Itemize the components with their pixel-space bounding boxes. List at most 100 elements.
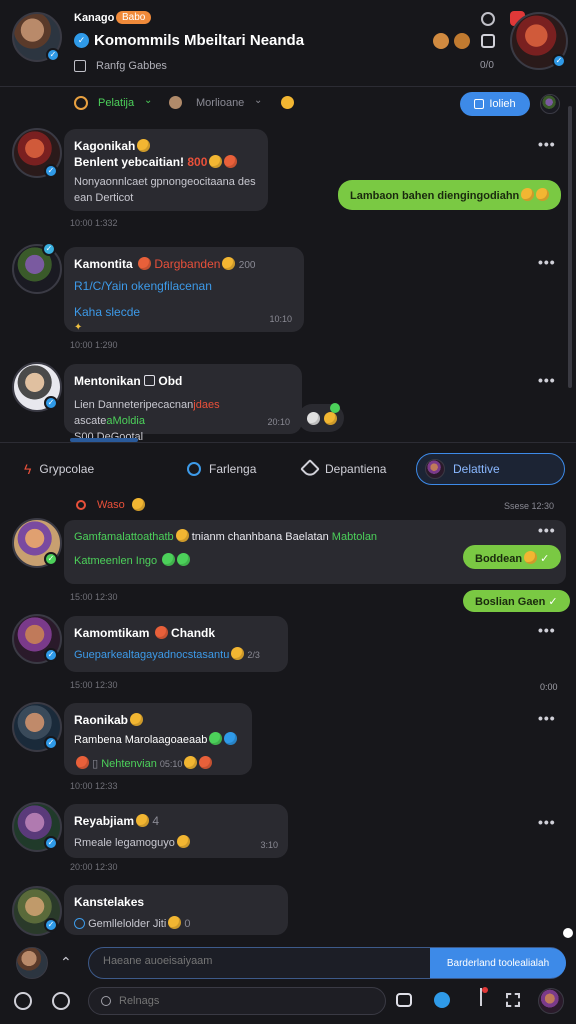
more-options-icon[interactable]: •••	[538, 814, 556, 830]
message-bubble[interactable]: Mentonikan Obd Lien Danneteripecacnanjda…	[64, 364, 302, 443]
scrollbar[interactable]	[568, 106, 572, 388]
message-text: Nonyaonnlcaet gpnongeocitaana des	[74, 176, 256, 188]
expand-icon[interactable]: ⌃	[60, 954, 72, 971]
send-button[interactable]: Barderland toolealialah	[430, 948, 566, 978]
emoji-icon[interactable]	[281, 96, 294, 109]
more-options-icon[interactable]: •••	[538, 372, 556, 388]
bottom-avatar[interactable]	[538, 988, 564, 1014]
second-filter-label[interactable]: Morlioane	[196, 97, 244, 109]
verified-icon: ✓	[44, 918, 58, 932]
location-icon[interactable]	[434, 992, 450, 1008]
filter-label[interactable]: Pelatija	[98, 97, 134, 109]
message-time: 10:10	[269, 314, 292, 324]
angry-emoji-icon	[199, 756, 213, 769]
grid-icon[interactable]	[506, 993, 520, 1007]
avatar-small-icon[interactable]	[169, 96, 182, 109]
side-time: 0:00	[540, 682, 558, 692]
outgoing-message[interactable]: Boslian Gaen ✓	[463, 590, 570, 612]
tab-depantiena[interactable]: Depantiena	[300, 453, 387, 485]
grin-emoji-icon	[231, 647, 245, 660]
message-link[interactable]: R1/C/Yain okengfilacenan	[74, 278, 294, 294]
search-bar[interactable]	[88, 987, 386, 1015]
message-bubble[interactable]: Kamomtikam Chandk Gueparkealtagayadnocst…	[64, 616, 288, 672]
devil-emoji-icon	[154, 626, 168, 639]
composer-avatar[interactable]	[16, 947, 48, 979]
more-options-icon[interactable]: •••	[538, 254, 556, 270]
message-bubble[interactable]: Raonikab Rambena Marolaagoaeaab ▯ Nehten…	[64, 703, 252, 775]
user-icon[interactable]	[481, 12, 495, 26]
laugh-emoji-icon	[524, 551, 538, 564]
username: Kanago	[74, 12, 115, 24]
search-input[interactable]	[119, 995, 319, 1007]
message-bubble[interactable]: Kagonikah Benlent yebcaitian! 800 Nonyao…	[64, 129, 268, 211]
shock-emoji-icon	[307, 411, 320, 425]
smile-emoji-icon	[137, 139, 151, 152]
timestamp: 15:00 12:30	[70, 592, 118, 602]
emoji-reaction-icon[interactable]	[433, 33, 449, 49]
chevron-down-icon[interactable]: ⌄	[144, 95, 152, 106]
sender-name: Mentonikan	[74, 374, 141, 388]
section-label: Waso	[97, 499, 125, 511]
outgoing-text: Lambaon bahen diengingodiahn	[350, 190, 520, 202]
smile-emoji-icon	[168, 916, 182, 929]
sticker-icon[interactable]	[14, 992, 32, 1010]
wink-emoji-icon	[536, 188, 550, 201]
emoji-reaction-icon-2[interactable]	[454, 33, 470, 49]
sender-time: 200	[238, 260, 256, 271]
outgoing-message[interactable]: Boddean ✓	[463, 545, 562, 569]
angry-emoji-icon	[224, 155, 238, 168]
timestamp: 20:00 12:30	[70, 862, 118, 872]
more-options-icon[interactable]: •••	[538, 622, 556, 638]
message-text: ean Derticot	[74, 192, 134, 204]
message-text: Benlent yebcaitian!	[74, 155, 185, 169]
filter-icon[interactable]	[74, 96, 88, 110]
message-bubble[interactable]: Reyabjiam 4 Rmeale legamoguyo 3:10	[64, 804, 288, 858]
channel-title: Komommils Mbeiltari Neanda	[94, 32, 305, 49]
sender-name: Kagonikah	[74, 139, 136, 153]
action-button[interactable]: Iolieh	[460, 92, 530, 116]
mic-icon[interactable]	[474, 988, 482, 1006]
scroll-dot[interactable]	[563, 928, 573, 938]
status-badge: Babo	[116, 11, 152, 24]
outgoing-message[interactable]: Lambaon bahen diengingodiahn	[338, 180, 562, 210]
smile-emoji-icon	[175, 529, 189, 542]
sender-name: Kamomtikam	[74, 626, 150, 640]
devil-emoji-icon	[138, 257, 152, 270]
tab-label: Depantiena	[325, 462, 387, 476]
tab-grypcolae[interactable]: ϟ Grypcolae	[24, 453, 94, 485]
verified-channel-icon: ✓	[74, 33, 89, 48]
more-options-icon[interactable]: •••	[538, 136, 556, 152]
tab-delattive[interactable]: Delattive	[416, 453, 565, 485]
message-link[interactable]: Gueparkealtagayadnocstasantu	[74, 649, 229, 661]
tab-label: Delattive	[453, 462, 500, 476]
lightning-icon: ϟ	[24, 461, 32, 477]
more-options-icon[interactable]: •••	[538, 522, 556, 538]
edit-icon[interactable]	[74, 60, 86, 72]
link-icon	[74, 918, 85, 929]
grin-emoji-icon	[324, 411, 337, 425]
message-bubble[interactable]: Kamontita Dargbanden 200 R1/C/Yain okeng…	[64, 247, 304, 333]
sender-name: Gamfamalattoathatb	[74, 531, 174, 543]
sender-name: Kanstelakes	[74, 895, 145, 909]
tab-farlenga[interactable]: Farlenga	[187, 453, 256, 485]
sender-name: Reyabjiam	[74, 814, 135, 828]
check-icon: ✓	[540, 553, 550, 565]
more-options-icon[interactable]: •••	[538, 710, 556, 726]
clover-emoji-icon	[162, 553, 176, 566]
message-link[interactable]: Kaha slecde	[74, 305, 140, 319]
list-icon	[474, 99, 485, 109]
message-bubble[interactable]: Kanstelakes Gemllelolder Jiti 0	[64, 885, 288, 935]
camera-icon[interactable]	[396, 993, 412, 1007]
message-input-field[interactable]	[103, 955, 423, 967]
square-icon[interactable]	[481, 34, 495, 48]
message-text: Lien Danneteripecacnan	[74, 399, 194, 411]
smile-emoji-icon	[176, 835, 190, 848]
mini-avatar[interactable]	[540, 94, 560, 114]
message-time: 05:10	[159, 759, 183, 769]
reaction-dot	[330, 403, 340, 413]
chevron-down-icon[interactable]: ⌄	[254, 95, 262, 106]
sender-suffix: Chandk	[171, 626, 216, 640]
message-highlight: aMoldia	[106, 415, 145, 427]
gif-icon[interactable]	[52, 992, 70, 1010]
channel-subtitle: Ranfg Gabbes	[96, 60, 167, 72]
